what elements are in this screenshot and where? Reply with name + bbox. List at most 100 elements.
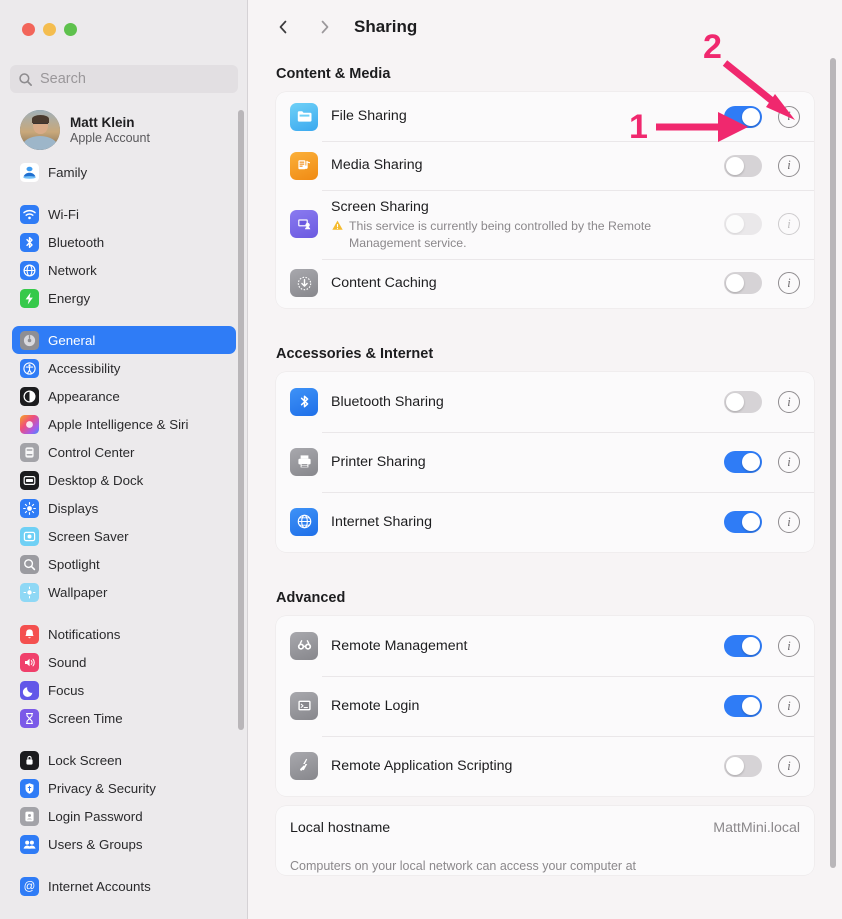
sidebar-item-label: Displays [48, 500, 99, 516]
sidebar-item-label: Users & Groups [48, 836, 143, 852]
sidebar-scrollbar[interactable] [238, 110, 244, 730]
main-scrollbar[interactable] [830, 58, 836, 868]
search-icon [19, 72, 32, 86]
chevron-right-icon [321, 20, 329, 34]
row-bluetooth-sharing[interactable]: Bluetooth Sharing i [276, 372, 814, 432]
family-icon [20, 162, 39, 182]
row-label: Bluetooth Sharing [331, 393, 444, 410]
forward-button[interactable] [312, 14, 338, 40]
sidebar-item-notifications[interactable]: Notifications [12, 620, 236, 648]
remote-login-icon [290, 691, 318, 720]
row-printer-sharing[interactable]: Printer Sharing i [276, 431, 814, 492]
local-hostname-description: Computers on your local network can acce… [290, 858, 636, 873]
sidebar-item-displays[interactable]: Displays [12, 494, 236, 522]
section-advanced: Remote Management i Remote Login i Remot… [276, 615, 814, 796]
media-sharing-info-button[interactable]: i [778, 154, 800, 177]
row-local-hostname[interactable]: Local hostname MattMini.local [276, 806, 814, 850]
search-input[interactable] [40, 71, 230, 87]
sidebar-item-energy[interactable]: Energy [12, 284, 236, 312]
file-sharing-icon [290, 102, 318, 131]
sidebar-item-network[interactable]: Network [12, 256, 236, 284]
printer-sharing-info-button[interactable]: i [778, 450, 800, 473]
bluetooth-icon [20, 232, 39, 252]
section-accessories-internet: Bluetooth Sharing i Printer Sharing i In… [276, 371, 814, 552]
screen-saver-icon [20, 526, 39, 546]
sidebar-item-label: Login Password [48, 808, 143, 824]
screen-sharing-toggle[interactable] [724, 213, 762, 236]
remote-login-info-button[interactable]: i [778, 694, 800, 717]
search-field[interactable] [10, 65, 238, 93]
row-remote-application-scripting[interactable]: Remote Application Scripting i [276, 735, 814, 796]
toolbar: Sharing [248, 0, 842, 54]
close-button[interactable] [22, 23, 35, 36]
sidebar-item-label: Desktop & Dock [48, 472, 144, 488]
back-button[interactable] [270, 14, 296, 40]
bluetooth-sharing-icon [290, 387, 318, 416]
sidebar-item-internet-accounts[interactable]: @ Internet Accounts [12, 872, 236, 900]
minimize-button[interactable] [43, 23, 56, 36]
internet-sharing-toggle[interactable] [724, 510, 762, 533]
network-icon [20, 260, 39, 280]
sidebar-item-apple-intelligence-siri[interactable]: Apple Intelligence & Siri [12, 410, 236, 438]
sidebar-item-label: Control Center [48, 444, 135, 460]
account-subtitle: Apple Account [70, 130, 150, 145]
remote-login-toggle[interactable] [724, 694, 762, 717]
sidebar-item-wallpaper[interactable]: Wallpaper [12, 578, 236, 606]
remote-app-scripting-info-button[interactable]: i [778, 754, 800, 777]
remote-app-scripting-toggle[interactable] [724, 754, 762, 777]
sidebar-item-focus[interactable]: Focus [12, 676, 236, 704]
sidebar-item-family[interactable]: Family [12, 158, 236, 186]
row-screen-sharing[interactable]: Screen Sharing This service is currently… [276, 190, 814, 259]
sidebar-item-appearance[interactable]: Appearance [12, 382, 236, 410]
row-content-caching[interactable]: Content Caching i [276, 258, 814, 308]
sidebar-item-desktop-dock[interactable]: Desktop & Dock [12, 466, 236, 494]
bluetooth-sharing-info-button[interactable]: i [778, 390, 800, 413]
zoom-button[interactable] [64, 23, 77, 36]
sidebar-item-lock-screen[interactable]: Lock Screen [12, 746, 236, 774]
system-settings-window: Matt Klein Apple Account Family Wi-Fi [0, 0, 842, 919]
sound-icon [20, 652, 39, 672]
sidebar-item-privacy-security[interactable]: Privacy & Security [12, 774, 236, 802]
content-caching-info-button[interactable]: i [778, 272, 800, 295]
printer-sharing-toggle[interactable] [724, 450, 762, 473]
internet-accounts-icon: @ [20, 876, 39, 896]
remote-management-toggle[interactable] [724, 634, 762, 657]
sidebar-item-spotlight[interactable]: Spotlight [12, 550, 236, 578]
sidebar-item-apple-account[interactable]: Matt Klein Apple Account [12, 108, 236, 152]
sidebar-item-login-password[interactable]: Login Password [12, 802, 236, 830]
file-sharing-toggle[interactable] [724, 105, 762, 128]
row-internet-sharing[interactable]: Internet Sharing i [276, 491, 814, 552]
sidebar-item-label: Notifications [48, 626, 121, 642]
section-local-hostname: Local hostname MattMini.local Computers … [276, 805, 814, 875]
sidebar-item-bluetooth[interactable]: Bluetooth [12, 228, 236, 256]
file-sharing-info-button[interactable]: i [778, 105, 800, 128]
sidebar-item-users-groups[interactable]: Users & Groups [12, 830, 236, 858]
sidebar-item-control-center[interactable]: Control Center [12, 438, 236, 466]
internet-sharing-info-button[interactable]: i [778, 510, 800, 533]
main-panel: Sharing Content & Media File Sharing i M… [248, 0, 842, 919]
sidebar-item-label: Screen Time [48, 710, 123, 726]
screen-sharing-info-button[interactable]: i [778, 213, 800, 236]
privacy-security-icon [20, 778, 39, 798]
row-media-sharing[interactable]: Media Sharing i [276, 141, 814, 190]
settings-content: Content & Media File Sharing i Media Sha… [248, 54, 842, 919]
row-label: Remote Management [331, 637, 468, 654]
sidebar-item-general[interactable]: General [12, 326, 236, 354]
sidebar-item-wi-fi[interactable]: Wi-Fi [12, 200, 236, 228]
section-content-media: File Sharing i Media Sharing i Screen Sh… [276, 92, 814, 308]
content-caching-toggle[interactable] [724, 272, 762, 295]
remote-management-info-button[interactable]: i [778, 634, 800, 657]
users-groups-icon [20, 834, 39, 854]
row-remote-management[interactable]: Remote Management i [276, 616, 814, 676]
row-file-sharing[interactable]: File Sharing i [276, 92, 814, 141]
bluetooth-sharing-toggle[interactable] [724, 390, 762, 413]
sidebar-item-accessibility[interactable]: Accessibility [12, 354, 236, 382]
lock-screen-icon [20, 750, 39, 770]
sidebar-item-label: Wallpaper [48, 584, 108, 600]
sidebar-item-sound[interactable]: Sound [12, 648, 236, 676]
focus-icon [20, 680, 39, 700]
row-remote-login[interactable]: Remote Login i [276, 675, 814, 736]
sidebar-item-screen-saver[interactable]: Screen Saver [12, 522, 236, 550]
media-sharing-toggle[interactable] [724, 154, 762, 177]
sidebar-item-screen-time[interactable]: Screen Time [12, 704, 236, 732]
